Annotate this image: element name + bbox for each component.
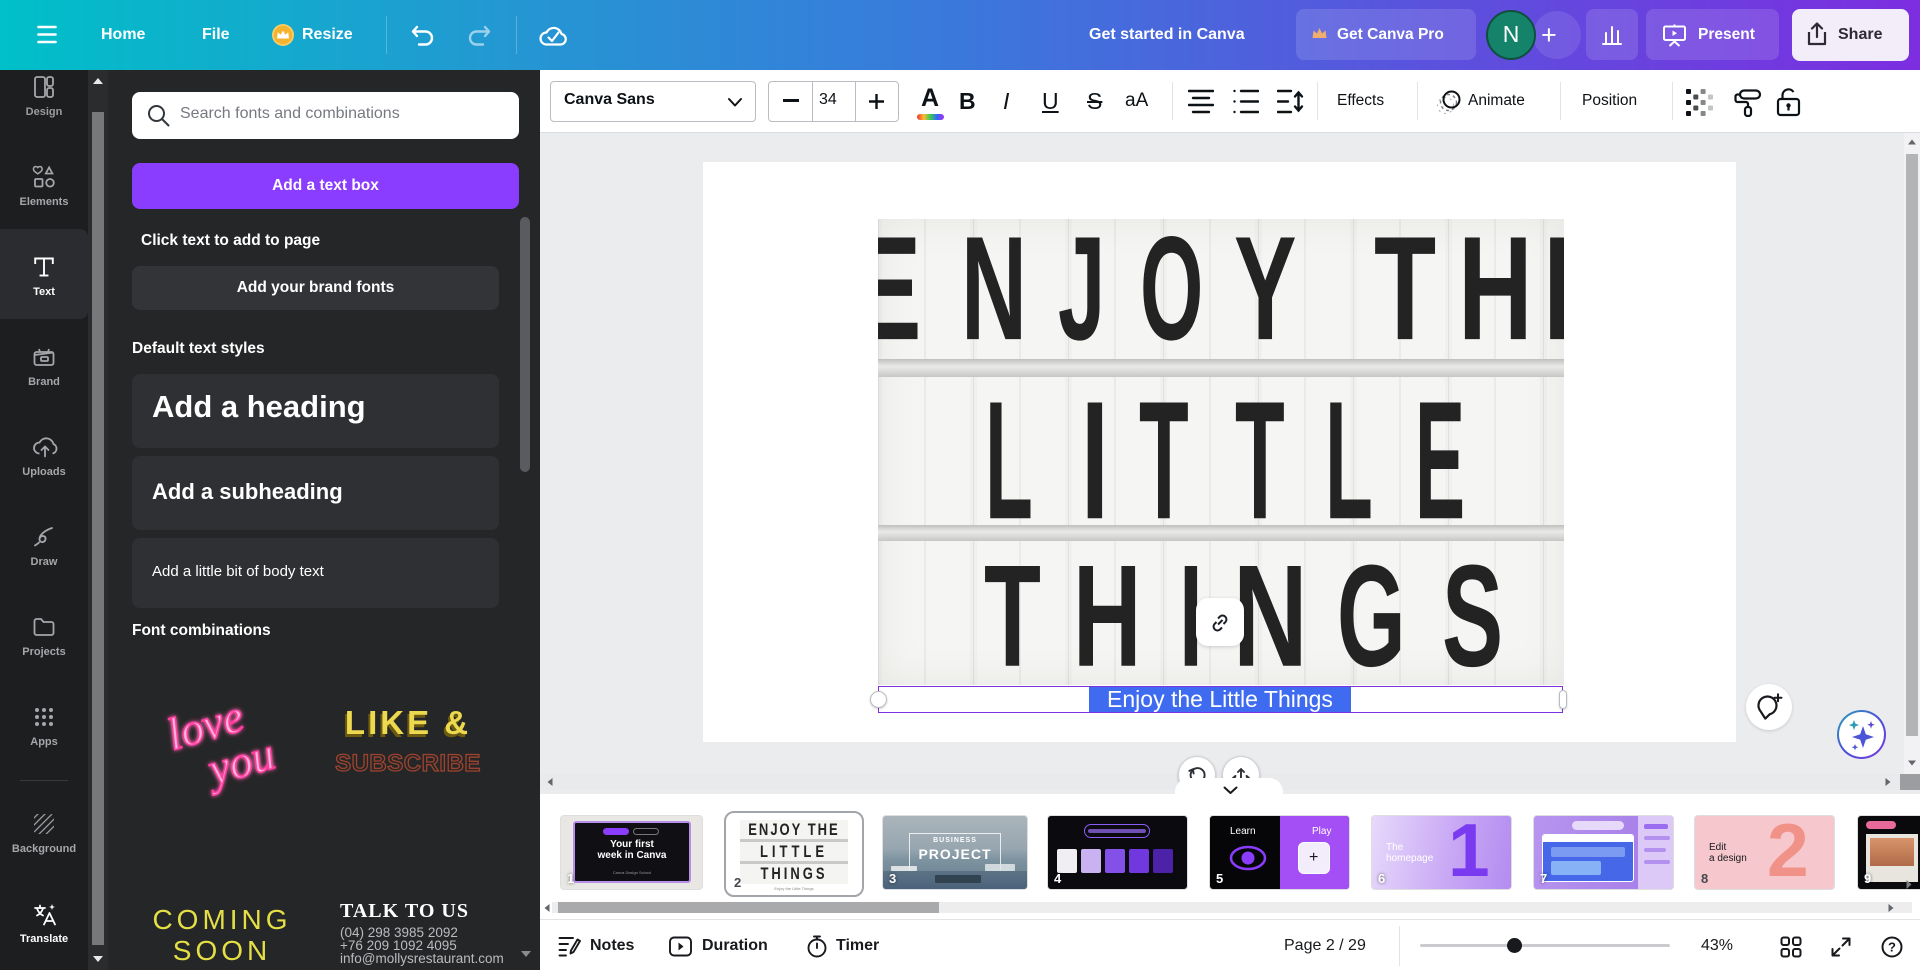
svg-text:?: ? — [1888, 940, 1896, 955]
